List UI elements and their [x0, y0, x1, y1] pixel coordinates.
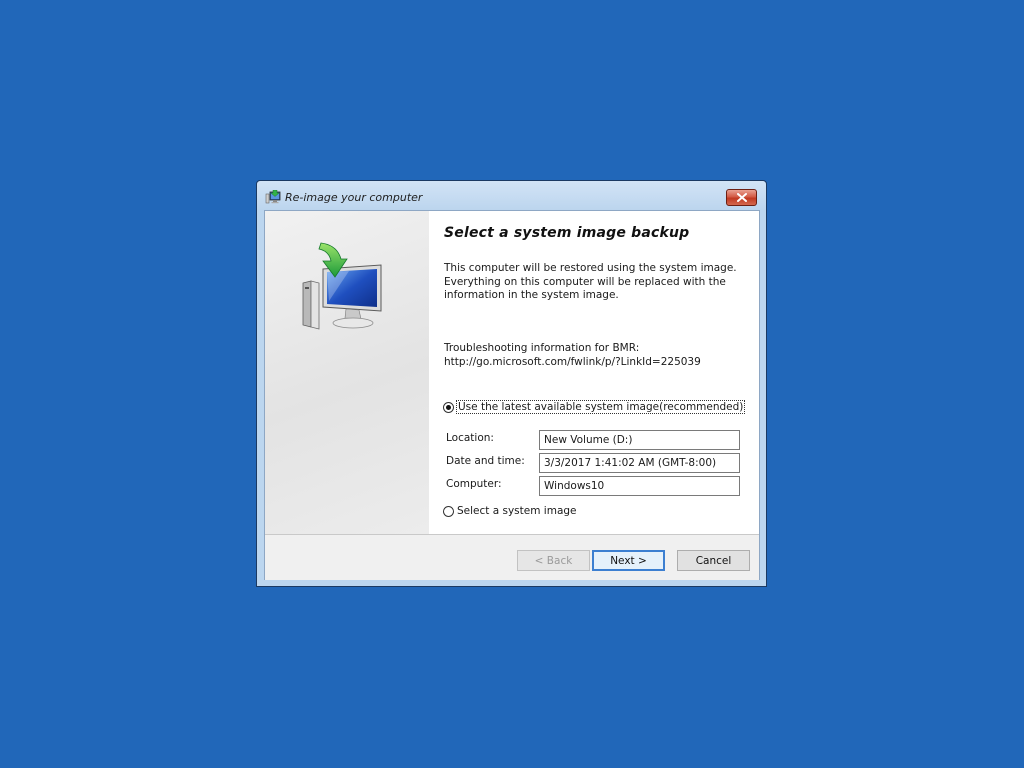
select-image-option[interactable]: Select a system image — [443, 505, 577, 517]
wizard-footer: < Back Next > Cancel — [265, 534, 759, 580]
use-latest-image-radio[interactable] — [443, 401, 454, 413]
computer-field: Windows10 — [539, 476, 740, 496]
window-title: Re-image your computer — [285, 191, 423, 204]
location-field: New Volume (D:) — [539, 430, 740, 450]
computer-label: Computer: — [446, 478, 502, 490]
troubleshooting-label: Troubleshooting information for BMR: — [444, 342, 640, 354]
wizard-sidebar — [265, 211, 429, 534]
dialog-content: Select a system image backup This comput… — [264, 210, 760, 580]
select-image-radio[interactable] — [443, 505, 454, 517]
select-image-label[interactable]: Select a system image — [457, 505, 577, 517]
cancel-button[interactable]: Cancel — [677, 550, 750, 571]
back-button[interactable]: < Back — [517, 550, 590, 571]
system-image-restore-icon — [302, 242, 382, 330]
use-latest-image-label[interactable]: Use the latest available system image(re… — [455, 400, 746, 414]
reimage-dialog: Re-image your computer Select a system i… — [256, 180, 767, 587]
use-latest-image-option[interactable]: Use the latest available system image(re… — [443, 400, 746, 414]
restore-description: This computer will be restored using the… — [444, 262, 737, 301]
location-label: Location: — [446, 432, 494, 444]
page-title: Select a system image backup — [444, 225, 690, 241]
close-icon — [736, 193, 747, 202]
title-bar[interactable]: Re-image your computer — [257, 181, 766, 210]
date-time-label: Date and time: — [446, 455, 525, 467]
date-time-field: 3/3/2017 1:41:02 AM (GMT-8:00) — [539, 453, 740, 473]
close-button[interactable] — [726, 189, 757, 206]
troubleshooting-info: Troubleshooting information for BMR: htt… — [444, 342, 754, 369]
reimage-app-icon — [265, 190, 281, 204]
next-button[interactable]: Next > — [592, 550, 665, 571]
troubleshooting-link: http://go.microsoft.com/fwlink/p/?LinkId… — [444, 355, 701, 368]
